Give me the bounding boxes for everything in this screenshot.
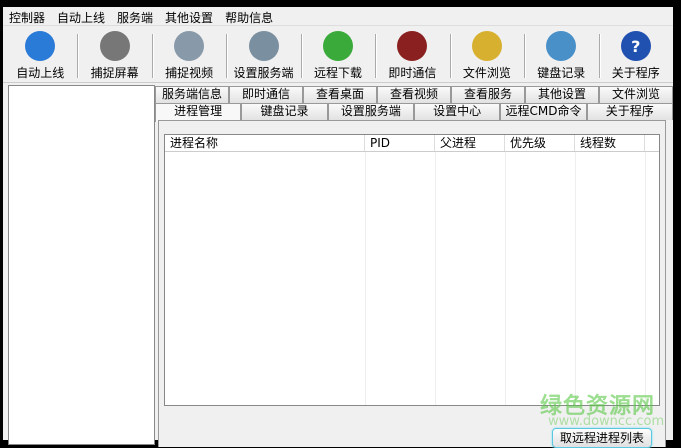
toolbar-button-8[interactable]: ? 关于程序 [598, 28, 673, 83]
toolbar-button-7[interactable]: 键盘记录 [524, 28, 598, 83]
process-list[interactable]: 进程名称 PID 父进程 优先级 线程数 [164, 134, 660, 406]
globe-icon [25, 31, 56, 61]
menu-bar: 控制器 自动上线 服务端 其他设置 帮助信息 [3, 7, 673, 26]
toolbar-button-1[interactable]: 捕捉屏幕 [77, 28, 151, 83]
folder-icon [471, 31, 502, 61]
toolbar-button-4[interactable]: 远程下载 [300, 28, 375, 83]
toolbar-button-2[interactable]: 捕捉视频 [151, 28, 226, 83]
heart-icon [397, 31, 428, 61]
toolbar-button-0[interactable]: 自动上线 [3, 28, 77, 83]
toolbar-label: 远程下载 [313, 66, 362, 80]
toolbar-button-6[interactable]: 文件浏览 [449, 28, 524, 83]
toolbar-label: 捕捉视频 [165, 66, 214, 80]
tab-tabs_row1-1[interactable]: 即时通信 [229, 86, 303, 103]
toolbar-label: 设置服务端 [233, 66, 294, 80]
menu-other-settings[interactable]: 其他设置 [159, 7, 219, 25]
grid-line [505, 152, 506, 405]
col-threads[interactable]: 线程数 [575, 135, 645, 151]
tab-strip: 服务端信息 即时通信 查看桌面 查看视频 查看服务 其他设置 文件浏览 进程管理 键盘记录 设置… [155, 86, 673, 122]
toolbar-label: 自动上线 [16, 66, 65, 80]
tab-tabs_row2-4[interactable]: 远程CMD命令 [500, 103, 587, 120]
col-priority[interactable]: 优先级 [505, 135, 575, 151]
watermark-url: www.downcc.com [548, 414, 665, 429]
tab-tabs_row1-2[interactable]: 查看桌面 [303, 86, 377, 103]
tab-tabs_row1-3[interactable]: 查看视频 [377, 86, 451, 103]
col-pid[interactable]: PID [365, 135, 435, 151]
tab-tabs_row2-5[interactable]: 关于程序 [586, 103, 673, 120]
grid-line [645, 152, 646, 405]
menu-help[interactable]: 帮助信息 [219, 7, 279, 25]
grid-line [575, 152, 576, 405]
help-icon: ? [620, 31, 651, 61]
menu-auto-online[interactable]: 自动上线 [51, 7, 111, 25]
toolbar-label: 关于程序 [611, 66, 660, 80]
grid-line [435, 152, 436, 405]
tab-tabs_row1-5[interactable]: 其他设置 [525, 86, 599, 103]
col-parent[interactable]: 父进程 [435, 135, 505, 151]
menu-server[interactable]: 服务端 [111, 7, 159, 25]
col-process-name[interactable]: 进程名称 [165, 135, 365, 151]
list-header: 进程名称 PID 父进程 优先级 线程数 [165, 135, 659, 152]
toolbox-icon [248, 31, 279, 61]
tab-tabs_row1-0[interactable]: 服务端信息 [155, 86, 229, 103]
toolbar: 自动上线 捕捉屏幕 捕捉视频 设置服务端 远程下载 即时通信 文件浏览 键盘记录? 关于程序 [3, 28, 673, 83]
toolbar-button-3[interactable]: 设置服务端 [226, 28, 300, 83]
tab-tabs_row2-2[interactable]: 设置服务端 [327, 103, 414, 120]
download-icon [322, 31, 353, 61]
tab-tabs_row1-4[interactable]: 查看服务 [451, 86, 525, 103]
toolbar-button-5[interactable]: 即时通信 [375, 28, 449, 83]
computer-icon [546, 31, 577, 61]
grid-line [365, 152, 366, 405]
tab-tabs_row2-1[interactable]: 键盘记录 [241, 103, 328, 120]
toolbar-label: 捕捉屏幕 [90, 66, 139, 80]
main-window: 控制器 自动上线 服务端 其他设置 帮助信息 自动上线 捕捉屏幕 捕捉视频 设置服务端… [3, 7, 673, 448]
toolbar-label: 键盘记录 [537, 66, 586, 80]
host-list-panel[interactable] [8, 85, 155, 445]
get-process-list-button[interactable]: 取远程进程列表 [552, 428, 652, 448]
toolbar-label: 即时通信 [388, 66, 437, 80]
tab-tabs_row1-6[interactable]: 文件浏览 [599, 86, 673, 103]
tab-tabs_row2-3[interactable]: 设置中心 [413, 103, 501, 120]
camera-icon [99, 31, 130, 61]
toolbar-label: 文件浏览 [462, 66, 511, 80]
menu-controller[interactable]: 控制器 [3, 7, 51, 25]
webcam-icon [174, 31, 205, 61]
